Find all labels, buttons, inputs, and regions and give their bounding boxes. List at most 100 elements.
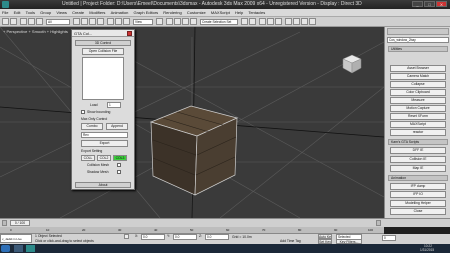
next-frame-icon[interactable] — [376, 220, 381, 226]
start-button[interactable] — [1, 245, 10, 252]
modelling-helper-button[interactable]: Modelling Helper — [390, 200, 446, 207]
menu-edit[interactable]: Edit — [14, 9, 21, 17]
viewport-label[interactable]: + Perspective + Smooth + Highlights — [3, 29, 68, 34]
object-name-field[interactable]: Cos_window_2bay — [387, 37, 449, 43]
minimize-button[interactable]: _ — [412, 1, 423, 7]
combo-button[interactable]: Combo — [81, 123, 103, 130]
unlink-icon[interactable] — [28, 18, 35, 25]
reference-coord-dropdown[interactable]: View — [133, 19, 153, 25]
export-button[interactable]: Export — [81, 140, 128, 147]
menu-file[interactable]: File — [2, 9, 8, 17]
3d-control-rollout[interactable]: 3D Control — [75, 40, 131, 46]
asset-browser-button[interactable]: Asset Browser — [390, 65, 446, 72]
selection-filter-dropdown[interactable]: All — [46, 19, 70, 25]
menu-maxscript[interactable]: MAXScript — [211, 9, 230, 17]
maxscript-listener[interactable]: v_Jadid.in Live — [0, 234, 32, 243]
col2-button[interactable]: COL2 — [97, 155, 111, 161]
menu-rendering[interactable]: Rendering — [163, 9, 181, 17]
name-field[interactable]: Rex — [81, 132, 128, 138]
open-collision-file-button[interactable]: Open Collision File — [82, 48, 124, 55]
track-bar[interactable]: 0 10 20 30 40 50 60 70 80 90 100 — [0, 227, 384, 234]
y-coordinate-field[interactable]: 0.0 — [173, 234, 197, 240]
undo-icon[interactable] — [2, 18, 9, 25]
measure-button[interactable]: Measure — [390, 97, 446, 104]
curve-editor-icon[interactable] — [267, 18, 274, 25]
col1-button[interactable]: COLL — [81, 155, 95, 161]
render-setup-icon[interactable] — [293, 18, 300, 25]
percent-snap-icon[interactable] — [182, 18, 189, 25]
dialog-close-icon[interactable] — [127, 31, 132, 36]
select-by-name-icon[interactable] — [81, 18, 88, 25]
utilities-rollout-header[interactable]: Utilities — [388, 46, 448, 52]
collision-list[interactable] — [82, 57, 124, 100]
mirror-icon[interactable] — [241, 18, 248, 25]
animation-rollout-header[interactable]: Animation — [388, 175, 448, 181]
spinner-snap-icon[interactable] — [190, 18, 197, 25]
collision-mesh-checkbox[interactable] — [117, 163, 121, 167]
schematic-icon[interactable] — [275, 18, 282, 25]
shadow-mesh-checkbox[interactable] — [117, 170, 121, 174]
rotate-icon[interactable] — [115, 18, 122, 25]
snap-icon[interactable] — [166, 18, 173, 25]
time-slider[interactable]: 0 / 100 — [0, 218, 450, 227]
reactor-button[interactable]: reactor — [390, 129, 446, 136]
menu-tools[interactable]: Tools — [26, 9, 35, 17]
load-spinner[interactable]: 1 — [107, 102, 121, 108]
about-rollout[interactable]: About — [75, 182, 131, 188]
ifp-io-button[interactable]: IFP IO — [390, 191, 446, 198]
command-panel-tabs[interactable] — [387, 28, 449, 35]
current-frame-field[interactable]: 0 — [382, 235, 396, 241]
menu-modifiers[interactable]: Modifiers — [89, 9, 105, 17]
close-button[interactable]: Close — [390, 208, 446, 215]
collapse-button[interactable]: Collapse — [390, 81, 446, 88]
named-selection-sets[interactable]: Create Selection Set — [200, 19, 238, 25]
show-bounding-checkbox[interactable] — [81, 110, 85, 114]
viewcube-icon[interactable] — [339, 50, 365, 76]
camera-match-button[interactable]: Camera Match — [390, 73, 446, 80]
menu-help[interactable]: Help — [235, 9, 243, 17]
append-button[interactable]: Append — [106, 123, 128, 130]
move-icon[interactable] — [107, 18, 114, 25]
pivot-icon[interactable] — [156, 18, 163, 25]
link-icon[interactable] — [20, 18, 27, 25]
app-logo-icon[interactable] — [2, 1, 9, 8]
wooden-crate-object[interactable] — [149, 102, 239, 197]
taskbar-3dsmax-icon[interactable] — [26, 245, 35, 252]
menu-group[interactable]: Group — [40, 9, 51, 17]
render-icon[interactable] — [309, 18, 316, 25]
menu-animation[interactable]: Animation — [111, 9, 129, 17]
lock-icon[interactable] — [124, 234, 129, 239]
col3-button[interactable]: COL3 — [113, 155, 127, 161]
select-icon[interactable] — [73, 18, 80, 25]
rect-select-icon[interactable] — [89, 18, 96, 25]
add-time-tag[interactable]: Add Time Tag — [280, 239, 301, 243]
menu-customize[interactable]: Customize — [187, 9, 206, 17]
maximize-button[interactable]: □ — [424, 1, 435, 7]
reset-xform-button[interactable]: Reset XForm — [390, 113, 446, 120]
color-clipboard-button[interactable]: Color Clipboard — [390, 89, 446, 96]
window-crossing-icon[interactable] — [97, 18, 104, 25]
rendered-frame-icon[interactable] — [301, 18, 308, 25]
menu-graph-editors[interactable]: Graph Editors — [133, 9, 158, 17]
ifp-dump-button[interactable]: IFP dump — [390, 183, 446, 190]
align-icon[interactable] — [249, 18, 256, 25]
collision-ie-button[interactable]: Collision IE — [390, 156, 446, 163]
material-editor-icon[interactable] — [285, 18, 292, 25]
angle-snap-icon[interactable] — [174, 18, 181, 25]
menu-create[interactable]: Create — [72, 9, 84, 17]
bind-icon[interactable] — [36, 18, 43, 25]
redo-icon[interactable] — [10, 18, 17, 25]
z-coordinate-field[interactable]: 0.0 — [205, 234, 229, 240]
menu-views[interactable]: Views — [56, 9, 67, 17]
maxscript-button[interactable]: MAXScript — [390, 121, 446, 128]
gta-scripts-rollout-header[interactable]: Kam's GTA Scripts — [388, 139, 448, 145]
layer-icon[interactable] — [259, 18, 266, 25]
perspective-viewport[interactable]: + Perspective + Smooth + Highlights — [0, 27, 384, 218]
prev-frame-icon[interactable] — [2, 220, 7, 226]
taskbar-app-icon[interactable] — [14, 245, 23, 252]
close-button[interactable]: X — [436, 1, 447, 7]
map-ie-button[interactable]: Map IE — [390, 165, 446, 172]
scale-icon[interactable] — [123, 18, 130, 25]
time-slider-handle[interactable]: 0 / 100 — [10, 220, 30, 226]
motion-capture-button[interactable]: Motion Capture — [390, 105, 446, 112]
